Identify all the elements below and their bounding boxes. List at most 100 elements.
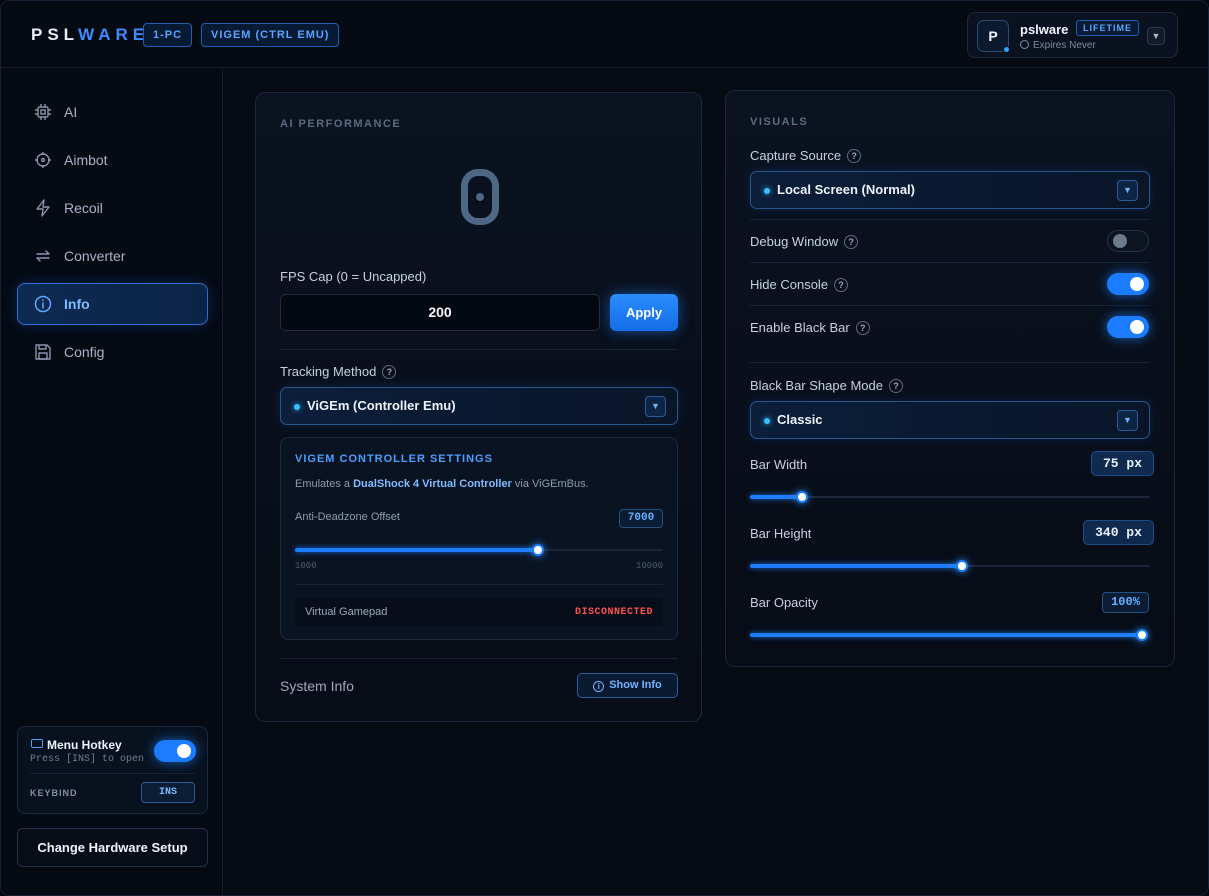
status-dot	[764, 188, 770, 194]
divider	[750, 305, 1150, 306]
change-hardware-button[interactable]: Change Hardware Setup	[17, 828, 208, 867]
capture-source-select[interactable]: Local Screen (Normal) ▼	[750, 171, 1150, 209]
bar-width-value: 75 px	[1091, 451, 1154, 476]
expiry-text: Expires Never	[1020, 40, 1096, 51]
bar-height-slider[interactable]	[750, 558, 1150, 574]
sidebar-item-label: Config	[64, 344, 105, 360]
info-icon: i	[593, 681, 605, 692]
sidebar-item-aimbot[interactable]: Aimbot	[17, 139, 208, 181]
deadzone-max: 10000	[635, 561, 663, 571]
deadzone-slider[interactable]	[295, 542, 663, 558]
debug-window-toggle[interactable]	[1107, 230, 1149, 252]
help-icon[interactable]: ?	[834, 278, 849, 292]
license-badge: LIFETIME	[1076, 20, 1139, 36]
black-bar-label: Enable Black Bar?	[750, 320, 870, 335]
debug-window-label: Debug Window?	[750, 234, 859, 249]
help-icon[interactable]: ?	[844, 235, 859, 249]
status-dot	[294, 404, 300, 410]
sidebar-item-label: Recoil	[64, 200, 103, 216]
section-title: VISUALS	[750, 116, 809, 128]
vigem-settings-title: VIGEM CONTROLLER SETTINGS	[295, 453, 493, 465]
divider	[750, 362, 1150, 363]
vigem-settings-card: VIGEM CONTROLLER SETTINGS Emulates a Dua…	[280, 437, 678, 640]
top-bar: PSLWARE 1-PC VIGEM (CTRL EMU) P pslware …	[1, 1, 1208, 68]
virtual-gamepad-row: Virtual Gamepad DISCONNECTED	[295, 598, 663, 626]
hide-console-toggle[interactable]	[1107, 273, 1149, 295]
swap-arrows-icon	[36, 250, 50, 262]
bar-width-label: Bar Width	[750, 457, 808, 472]
help-icon[interactable]: ?	[847, 149, 862, 163]
system-info-label: System Info	[280, 678, 354, 694]
hotkey-title: Menu Hotkey	[47, 738, 122, 752]
shape-mode-label: Black Bar Shape Mode?	[750, 378, 903, 393]
gamepad-status-badge: DISCONNECTED	[574, 607, 653, 618]
slider-thumb[interactable]	[531, 544, 544, 556]
hotkey-subtitle: Press [INS] to open	[30, 754, 145, 765]
sidebar-item-info[interactable]: Info	[17, 283, 208, 325]
capture-source-value: Local Screen (Normal)	[777, 182, 915, 197]
sidebar-item-converter[interactable]: Converter	[17, 235, 208, 277]
sidebar-item-label: Converter	[64, 248, 126, 264]
avatar: P	[977, 20, 1010, 53]
user-card[interactable]: P pslware LIFETIME Expires Never ▼	[967, 12, 1178, 58]
status-dot	[764, 418, 770, 424]
deadzone-label: Anti-Deadzone Offset	[295, 511, 400, 523]
sidebar-item-ai[interactable]: AI	[17, 91, 208, 133]
keybind-label: KEYBIND	[30, 788, 78, 798]
divider	[750, 219, 1150, 220]
show-info-button[interactable]: i Show Info	[577, 673, 678, 698]
crosshair-icon	[35, 152, 51, 168]
slider-thumb[interactable]	[956, 560, 968, 572]
chevron-down-icon[interactable]: ▼	[1147, 27, 1165, 45]
sidebar-item-label: AI	[64, 104, 78, 120]
keybind-button[interactable]: INS	[141, 782, 195, 803]
sidebar-item-recoil[interactable]: Recoil	[17, 187, 208, 229]
chevron-down-icon: ▼	[1117, 180, 1138, 201]
hotkey-toggle[interactable]	[154, 740, 196, 762]
shape-mode-select[interactable]: Classic ▼	[750, 401, 1150, 439]
vigem-description: Emulates a DualShock 4 Virtual Controlle…	[295, 478, 589, 490]
sidebar-item-config[interactable]: Config	[17, 331, 208, 373]
bar-opacity-label: Bar Opacity	[750, 595, 818, 610]
mode-tag-vigem: VIGEM (CTRL EMU)	[201, 23, 340, 47]
deadzone-min: 1000	[295, 561, 317, 571]
fps-cap-input[interactable]: 200	[280, 294, 600, 331]
bar-opacity-value: 100%	[1102, 592, 1149, 613]
black-bar-toggle[interactable]	[1107, 316, 1149, 338]
sidebar: AI Aimbot Recoil Converter Info Config M…	[1, 69, 223, 895]
bar-width-slider[interactable]	[750, 489, 1150, 505]
menu-hotkey-card: Menu Hotkey Press [INS] to open KEYBIND …	[17, 726, 208, 814]
username: pslware	[1020, 22, 1069, 37]
divider	[280, 349, 678, 350]
mode-tag-pc: 1-PC	[143, 23, 193, 47]
shape-mode-value: Classic	[777, 412, 823, 427]
help-icon[interactable]: ?	[382, 365, 397, 379]
help-icon[interactable]: ?	[855, 321, 870, 335]
divider	[30, 773, 195, 774]
tracking-method-select[interactable]: ViGEm (Controller Emu) ▼	[280, 387, 678, 425]
app-logo: PSLWARE	[31, 25, 150, 44]
divider	[280, 658, 678, 659]
chevron-down-icon: ▼	[645, 396, 666, 417]
save-icon	[35, 344, 51, 360]
lightning-icon	[36, 199, 50, 217]
divider	[750, 262, 1150, 263]
apply-button[interactable]: Apply	[610, 294, 678, 331]
clock-icon	[1020, 40, 1029, 49]
bar-height-value: 340 px	[1083, 520, 1154, 545]
cpu-icon	[35, 104, 51, 120]
app-window: PSLWARE 1-PC VIGEM (CTRL EMU) P pslware …	[0, 0, 1209, 896]
online-status-dot	[1003, 46, 1010, 53]
divider	[295, 584, 663, 585]
sidebar-item-label: Aimbot	[64, 152, 108, 168]
slider-thumb[interactable]	[796, 491, 808, 503]
slider-thumb[interactable]	[1136, 629, 1148, 641]
bar-height-label: Bar Height	[750, 526, 812, 541]
bar-opacity-slider[interactable]	[750, 627, 1148, 643]
hide-console-label: Hide Console?	[750, 277, 849, 292]
tracking-method-value: ViGEm (Controller Emu)	[307, 398, 456, 413]
info-icon	[34, 295, 52, 313]
keyboard-icon	[31, 739, 43, 748]
help-icon[interactable]: ?	[888, 379, 903, 393]
chevron-down-icon: ▼	[1117, 410, 1138, 431]
